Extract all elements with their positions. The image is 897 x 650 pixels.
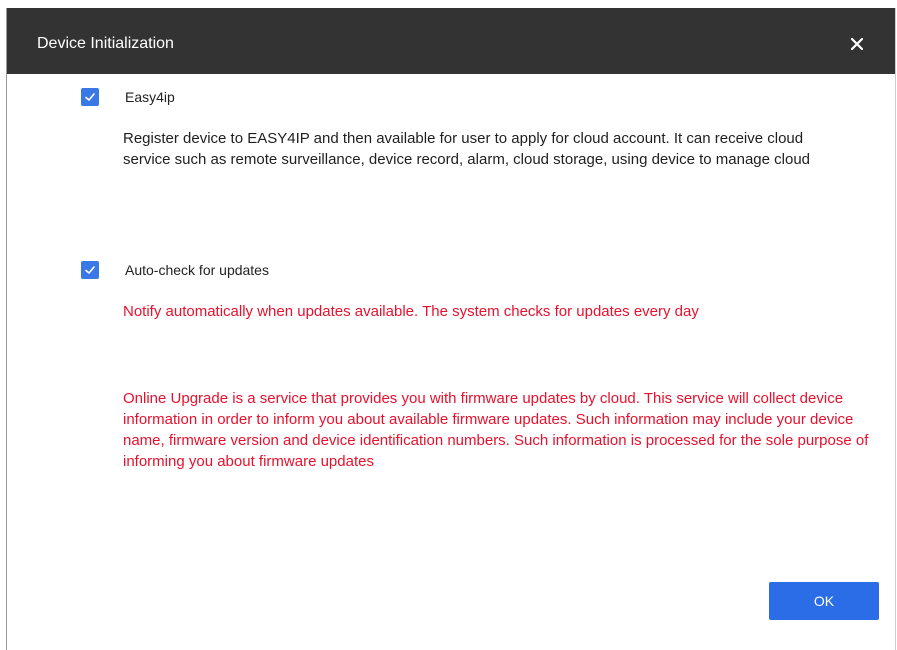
close-button[interactable] [849,36,865,52]
device-initialization-dialog: Device Initialization Easy4ip Register d… [6,8,896,650]
easy4ip-description: Register device to EASY4IP and then avai… [123,130,811,168]
auto-check-updates-label: Auto-check for updates [125,262,269,278]
update-notice-text: Notify automatically when updates availa… [123,303,699,320]
online-upgrade-description: Online Upgrade is a service that provide… [123,390,869,470]
ok-button[interactable]: OK [769,582,879,620]
dialog-title: Device Initialization [37,35,174,52]
checkmark-icon [85,266,95,274]
checkmark-icon [85,93,95,101]
dialog-title-bar: Device Initialization [7,8,895,74]
close-icon [850,37,864,51]
easy4ip-label: Easy4ip [125,89,175,105]
auto-check-updates-checkbox[interactable] [81,261,99,279]
easy4ip-checkbox[interactable] [81,88,99,106]
